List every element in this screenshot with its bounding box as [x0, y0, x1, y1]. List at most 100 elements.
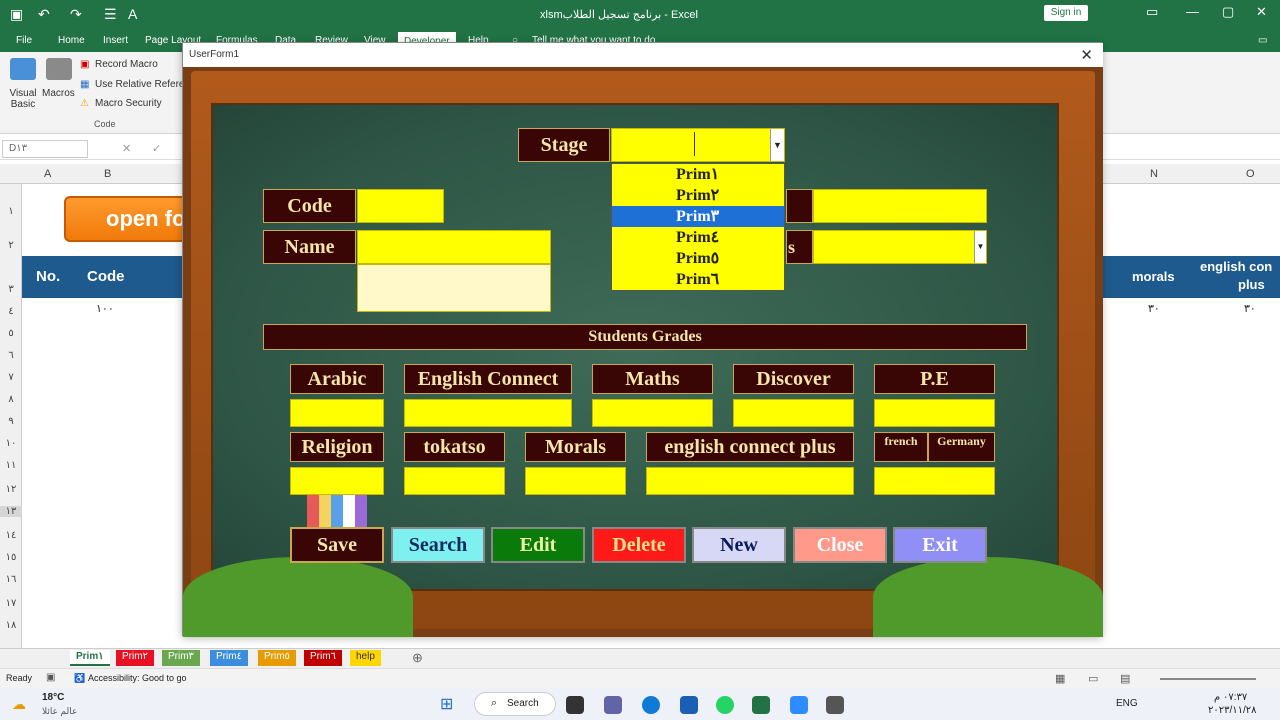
column-header[interactable]: N — [1150, 168, 1158, 180]
grade-field-morals[interactable] — [525, 467, 626, 495]
row-header[interactable]: ٤ — [0, 306, 22, 317]
row-header[interactable]: ٩ — [0, 416, 22, 427]
row-header[interactable]: ٢ — [0, 240, 22, 251]
check-icon[interactable]: ✓ — [152, 142, 161, 155]
row-header[interactable]: ١٢ — [0, 484, 22, 495]
grade-field-religion[interactable] — [290, 467, 384, 495]
save-button[interactable]: Save — [290, 527, 384, 563]
row-header[interactable]: ١٣ — [0, 506, 22, 517]
visual-basic-icon[interactable] — [10, 58, 36, 80]
row-header[interactable]: ١٥ — [0, 552, 22, 563]
stage-option-selected[interactable]: Prim٣ — [612, 206, 784, 227]
row-header[interactable]: ٨ — [0, 394, 22, 405]
sheet-tab-prim3[interactable]: Prim٣ — [162, 650, 200, 666]
userform-close-icon[interactable]: ✕ — [1080, 46, 1093, 64]
right-combobox-2[interactable]: ▼ — [813, 230, 987, 264]
page-break-icon[interactable]: ▤ — [1120, 672, 1130, 685]
task-view-icon[interactable] — [566, 696, 584, 714]
chevron-down-icon[interactable]: ▼ — [770, 129, 784, 161]
excel-taskbar-icon[interactable] — [752, 696, 770, 714]
stage-option[interactable]: Prim٤ — [612, 227, 784, 248]
teams-icon[interactable] — [604, 696, 622, 714]
visual-basic-button[interactable]: Visual Basic — [8, 88, 38, 110]
relative-refs-button[interactable]: Use Relative Refere — [95, 79, 184, 90]
name-extra-field[interactable] — [357, 264, 551, 312]
zoom-slider[interactable] — [1160, 678, 1256, 680]
sheet-tab-help[interactable]: help — [350, 650, 381, 666]
stage-option[interactable]: Prim٢ — [612, 185, 784, 206]
grade-field-english-connect[interactable] — [404, 399, 572, 427]
stage-combobox[interactable]: ▼ — [611, 128, 785, 162]
row-header[interactable]: ٥ — [0, 328, 22, 339]
sheet-tab-prim5[interactable]: Prim٥ — [258, 650, 296, 666]
cell-morals[interactable]: ٣٠ — [1148, 302, 1160, 315]
new-button[interactable]: New — [692, 527, 786, 563]
stage-option[interactable]: Prim٦ — [612, 269, 784, 290]
close-window-icon[interactable]: ✕ — [1256, 4, 1267, 20]
accessibility-status[interactable]: Accessibility: Good to go — [88, 673, 187, 683]
minimize-icon[interactable]: — — [1186, 4, 1199, 19]
row-header[interactable]: ٣ — [0, 284, 22, 295]
grade-field-arabic[interactable] — [290, 399, 384, 427]
sheet-tab-prim1[interactable]: Prim١ — [70, 650, 110, 666]
row-header[interactable]: ١٠ — [0, 438, 22, 449]
grade-field-pe[interactable] — [874, 399, 995, 427]
sign-in-button[interactable]: Sign in — [1044, 5, 1088, 21]
delete-button[interactable]: Delete — [592, 527, 686, 563]
macro-security-button[interactable]: Macro Security — [95, 98, 162, 109]
whatsapp-icon[interactable] — [716, 696, 734, 714]
sheet-tab-prim2[interactable]: Prim٢ — [116, 650, 154, 666]
row-header[interactable]: ١٧ — [0, 598, 22, 609]
chevron-down-icon[interactable]: ▼ — [974, 231, 986, 263]
edge-icon[interactable] — [642, 696, 660, 714]
macros-button[interactable]: Macros — [42, 88, 75, 99]
right-field-1[interactable] — [813, 189, 987, 223]
windows-start-icon[interactable]: ⊞ — [440, 694, 453, 714]
save-icon[interactable]: ▣ — [10, 6, 23, 23]
row-header[interactable]: ١ — [0, 206, 22, 217]
stage-option[interactable]: Prim٥ — [612, 248, 784, 269]
undo-icon[interactable]: ↶ — [38, 6, 50, 23]
calculator-icon[interactable] — [826, 696, 844, 714]
weather-text[interactable]: عالم عائلا — [42, 706, 77, 717]
font-color-icon[interactable]: A — [128, 6, 137, 22]
edit-button[interactable]: Edit — [491, 527, 585, 563]
store-icon[interactable] — [680, 696, 698, 714]
row-header[interactable]: ١٦ — [0, 574, 22, 585]
name-box[interactable]: D١٣ — [2, 140, 88, 158]
cell-english-plus[interactable]: ٣٠ — [1244, 302, 1256, 315]
taskbar-search[interactable]: ⌕ Search — [474, 692, 556, 716]
code-field[interactable] — [357, 189, 444, 223]
column-header[interactable]: B — [104, 168, 111, 180]
cell-code[interactable]: ١٠٠ — [96, 302, 114, 315]
tab-file[interactable]: File — [16, 35, 32, 46]
weather-icon[interactable]: ☁ — [12, 696, 26, 713]
grade-field-discover[interactable] — [733, 399, 854, 427]
add-sheet-icon[interactable]: ⊕ — [412, 650, 423, 666]
row-header[interactable]: ٦ — [0, 350, 22, 361]
record-macro-button[interactable]: Record Macro — [95, 59, 158, 70]
sheet-tab-prim6[interactable]: Prim٦ — [304, 650, 342, 666]
stage-option[interactable]: Prim١ — [612, 164, 784, 185]
macros-icon[interactable] — [46, 58, 72, 80]
open-form-button[interactable]: open fo — [64, 196, 194, 242]
cancel-icon[interactable]: ✕ — [122, 142, 131, 155]
language-indicator[interactable]: ENG — [1116, 698, 1138, 709]
column-header[interactable]: O — [1246, 168, 1255, 180]
grade-field-language[interactable] — [874, 467, 995, 495]
grade-field-tokatso[interactable] — [404, 467, 505, 495]
page-layout-icon[interactable]: ▭ — [1088, 672, 1098, 685]
redo-icon[interactable]: ↷ — [70, 6, 82, 23]
ribbon-display-icon[interactable]: ▭ — [1146, 4, 1158, 20]
tab-home[interactable]: Home — [58, 35, 85, 46]
row-header[interactable]: ١١ — [0, 460, 22, 471]
zoom-app-icon[interactable] — [790, 696, 808, 714]
clock-date[interactable]: ٢٠٢٣/١١/٢٨ — [1208, 705, 1257, 716]
search-button[interactable]: Search — [391, 527, 485, 563]
exit-button[interactable]: Exit — [893, 527, 987, 563]
name-field[interactable] — [357, 230, 551, 264]
column-header[interactable]: A — [44, 168, 51, 180]
maximize-icon[interactable]: ▢ — [1222, 4, 1234, 20]
tab-insert[interactable]: Insert — [103, 35, 128, 46]
close-button[interactable]: Close — [793, 527, 887, 563]
